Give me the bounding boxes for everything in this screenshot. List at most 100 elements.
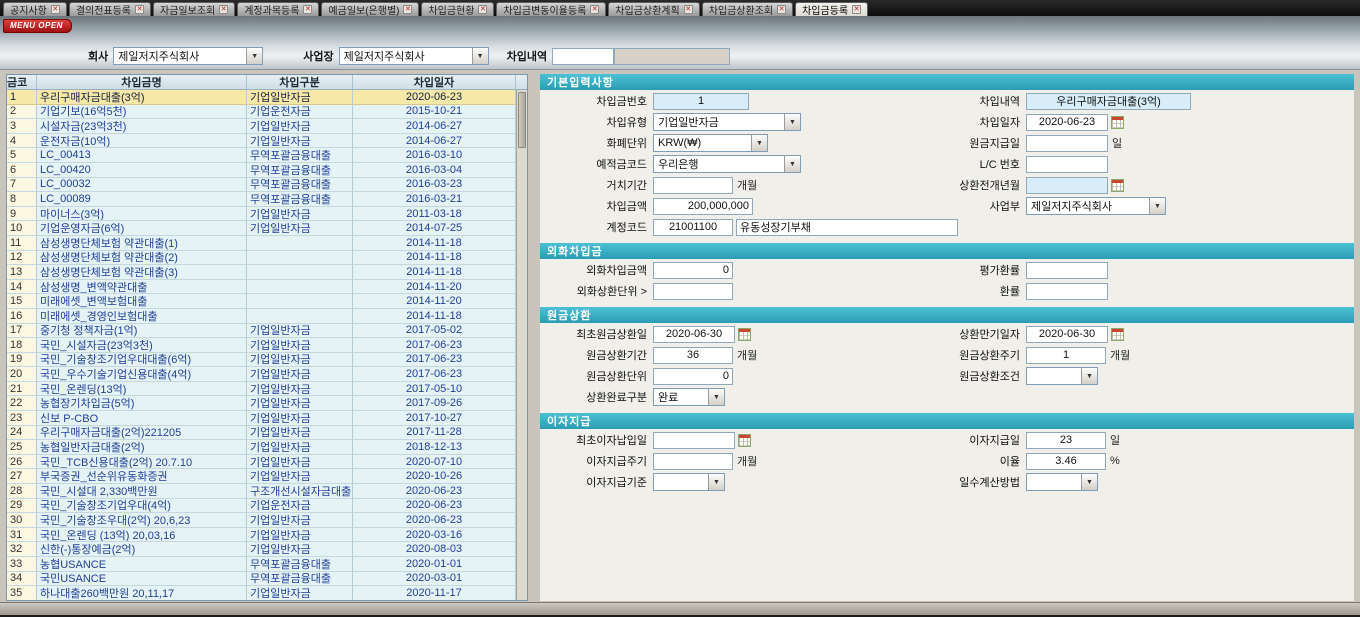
table-row[interactable]: 3 시설자금(23억3천) 기업일반자금 2014-06-27 [7, 119, 516, 134]
table-row[interactable]: 31 국민_온렌딩 (13억) 20,03,16 기업일반자금 2020-03-… [7, 528, 516, 543]
tab[interactable]: 결의전표등록 ✕ [69, 2, 151, 16]
principal-pay-date-field[interactable] [1026, 135, 1108, 152]
interest-pay-day-field[interactable] [1026, 432, 1106, 449]
table-row[interactable]: 30 국민_기술창조우대(2억) 20,6,23 기업일반자금 2020-06-… [7, 513, 516, 528]
calendar-icon[interactable] [738, 328, 751, 341]
currency-select[interactable]: KRW(₩) ▼ [653, 134, 768, 152]
tab[interactable]: 차입금현황 ✕ [421, 2, 494, 16]
eval-rate-field[interactable] [1026, 262, 1108, 279]
close-icon[interactable]: ✕ [852, 5, 861, 14]
tab[interactable]: 계정과목등록 ✕ [237, 2, 319, 16]
table-row[interactable]: 21 국민_온렌딩(13억) 기업일반자금 2017-05-10 [7, 382, 516, 397]
calendar-icon[interactable] [738, 434, 751, 447]
repay-cycle-field[interactable] [1026, 347, 1106, 364]
maturity-date-field[interactable] [1026, 326, 1108, 343]
calendar-icon[interactable] [1111, 116, 1124, 129]
table-scrollbar[interactable] [516, 90, 527, 600]
header-loan-name[interactable]: 차입금명 [37, 75, 247, 89]
loan-no-field[interactable] [653, 93, 749, 110]
site-select[interactable]: 제일저지주식회사 ▼ [339, 47, 489, 65]
menu-open-button[interactable]: MENU OPEN [3, 19, 72, 33]
table-row[interactable]: 24 우리구매자금대출(2억)221205 기업일반자금 2017-11-28 [7, 426, 516, 441]
repay-unit-field[interactable] [653, 368, 733, 385]
table-row[interactable]: 20 국민_우수기술기업신용대출(4억) 기업일반자금 2017-06-23 [7, 367, 516, 382]
table-row[interactable]: 7 LC_00032 무역포괄금융대출 2016-03-23 [7, 178, 516, 193]
loan-desc-filter-input[interactable] [552, 48, 614, 65]
table-row[interactable]: 9 마이너스(3억) 기업일반자금 2011-03-18 [7, 207, 516, 222]
lc-no-field[interactable] [1026, 156, 1108, 173]
table-row[interactable]: 16 미래에셋_경영인보험대출 2014-11-18 [7, 309, 516, 324]
table-row[interactable]: 8 LC_00089 무역포괄금융대출 2016-03-21 [7, 192, 516, 207]
table-row[interactable]: 2 기업기보(16억5천) 기업운전자금 2015-10-21 [7, 105, 516, 120]
tab[interactable]: 예금일보(은행별) ✕ [321, 2, 419, 16]
day-calc-select[interactable]: ▼ [1026, 473, 1098, 491]
tab[interactable]: 차입금상환조회 ✕ [702, 2, 793, 16]
tab[interactable]: 차입금등록 ✕ [795, 2, 868, 16]
table-row[interactable]: 17 중기청 정책자금(1억) 기업일반자금 2017-05-02 [7, 324, 516, 339]
repay-complete-select[interactable]: 완료 ▼ [653, 388, 725, 406]
table-row[interactable]: 32 신한(-)통장예금(2억) 기업일반자금 2020-08-03 [7, 542, 516, 557]
table-row[interactable]: 27 부국증권_선순위유동화증권 기업일반자금 2020-10-26 [7, 469, 516, 484]
table-row[interactable]: 18 국민_시설자금(23억3천) 기업일반자금 2017-06-23 [7, 338, 516, 353]
table-row[interactable]: 33 농협USANCE 무역포괄금융대출 2020-01-01 [7, 557, 516, 572]
header-loan-date[interactable]: 차입일자 [353, 75, 516, 89]
table-row[interactable]: 10 기업운영자금(6억) 기업일반자금 2014-07-25 [7, 221, 516, 236]
table-row[interactable]: 25 농협일반자금대출(2억) 기업일반자금 2018-12-13 [7, 440, 516, 455]
table-row[interactable]: 1 우리구매자금대출(3억) 기업일반자금 2020-06-23 [7, 90, 516, 105]
deposit-code-select[interactable]: 우리은행 ▼ [653, 155, 801, 173]
table-row[interactable]: 6 LC_00420 무역포괄금융대출 2016-03-04 [7, 163, 516, 178]
table-row[interactable]: 23 신보 P-CBO 기업일반자금 2017-10-27 [7, 411, 516, 426]
interest-basis-select[interactable]: ▼ [653, 473, 725, 491]
repay-condition-select[interactable]: ▼ [1026, 367, 1098, 385]
tab[interactable]: 공지사항 ✕ [3, 2, 67, 16]
table-row[interactable]: 19 국민_기술창조기업우대대출(6억) 기업일반자금 2017-06-23 [7, 353, 516, 368]
table-row[interactable]: 11 삼성생명단체보험 약관대출(1) 2014-11-18 [7, 236, 516, 251]
tab[interactable]: 차입금상환계획 ✕ [608, 2, 699, 16]
account-name-field[interactable] [736, 219, 958, 236]
first-interest-date-field[interactable] [653, 432, 735, 449]
close-icon[interactable]: ✕ [777, 5, 786, 14]
loan-desc-filter-input-2[interactable] [614, 48, 730, 65]
header-loan-code[interactable]: 차입금코드 [7, 75, 37, 89]
loan-amount-field[interactable] [653, 198, 753, 215]
table-row[interactable]: 13 삼성생명단체보험 약관대출(3) 2014-11-18 [7, 265, 516, 280]
table-row[interactable]: 22 농협장기차입금(5억) 기업일반자금 2017-09-26 [7, 396, 516, 411]
close-icon[interactable]: ✕ [51, 5, 60, 14]
table-row[interactable]: 29 국민_기술창조기업우대(4억) 기업운전자금 2020-06-23 [7, 499, 516, 514]
grace-period-field[interactable] [653, 177, 733, 194]
close-icon[interactable]: ✕ [478, 5, 487, 14]
repay-period-field[interactable] [653, 347, 733, 364]
company-select[interactable]: 제일저지주식회사 ▼ [113, 47, 263, 65]
loan-desc-field[interactable] [1026, 93, 1191, 110]
first-repay-date-field[interactable] [653, 326, 735, 343]
calendar-icon[interactable] [1111, 328, 1124, 341]
rate-field[interactable] [1026, 283, 1108, 300]
loan-type-select[interactable]: 기업일반자금 ▼ [653, 113, 801, 131]
close-icon[interactable]: ✕ [403, 5, 412, 14]
scrollbar-thumb[interactable] [518, 92, 526, 148]
table-row[interactable]: 4 운전자금(10억) 기업일반자금 2014-06-27 [7, 134, 516, 149]
account-code-field[interactable] [653, 219, 733, 236]
fx-unit-field[interactable] [653, 283, 733, 300]
table-row[interactable]: 35 하나대출260백만원 20,11,17 기업일반자금 2020-11-17 [7, 586, 516, 600]
fx-amount-field[interactable] [653, 262, 733, 279]
tab[interactable]: 차입금변동이율등록 ✕ [496, 2, 606, 16]
rollover-field[interactable] [1026, 177, 1108, 194]
table-row[interactable]: 5 LC_00413 무역포괄금융대출 2016-03-10 [7, 148, 516, 163]
interest-rate-field[interactable] [1026, 453, 1106, 470]
close-icon[interactable]: ✕ [219, 5, 228, 14]
table-row[interactable]: 26 국민_TCB신용대출(2억) 20.7.10 기업일반자금 2020-07… [7, 455, 516, 470]
division-select[interactable]: 제일저지주식회사 ▼ [1026, 197, 1166, 215]
table-row[interactable]: 34 국민USANCE 무역포괄금융대출 2020-03-01 [7, 572, 516, 587]
header-loan-type[interactable]: 차입구분 [247, 75, 353, 89]
loan-date-field[interactable] [1026, 114, 1108, 131]
close-icon[interactable]: ✕ [590, 5, 599, 14]
interest-cycle-field[interactable] [653, 453, 733, 470]
tab[interactable]: 자금일보조회 ✕ [153, 2, 235, 16]
close-icon[interactable]: ✕ [684, 5, 693, 14]
table-row[interactable]: 14 삼성생명_변액약관대출 2014-11-20 [7, 280, 516, 295]
calendar-icon[interactable] [1111, 179, 1124, 192]
table-row[interactable]: 28 국민_시설대 2,330백만원 구조개선시설자금대출 2020-06-23 [7, 484, 516, 499]
table-row[interactable]: 15 미래에셋_변액보험대출 2014-11-20 [7, 294, 516, 309]
close-icon[interactable]: ✕ [135, 5, 144, 14]
